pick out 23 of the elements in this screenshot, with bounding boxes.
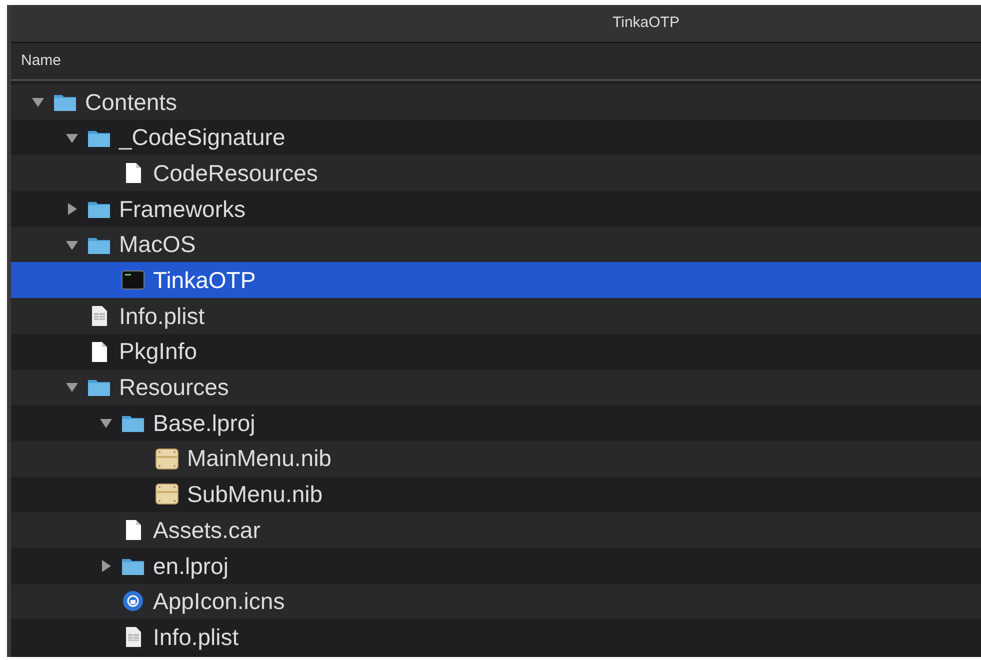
tree-row[interactable]: Assets.car — [11, 512, 981, 548]
disclosure-icon[interactable] — [99, 558, 113, 573]
tree-row[interactable]: TinkaOTP — [11, 262, 981, 298]
folder-icon — [87, 377, 111, 398]
folder-icon — [121, 413, 145, 434]
tree-row[interactable]: Resources — [11, 370, 981, 406]
disclosure-icon[interactable] — [65, 380, 79, 394]
tree-row[interactable]: CodeResources — [11, 155, 981, 192]
app-icon — [121, 590, 145, 612]
tree-row[interactable]: SubMenu.nib — [11, 476, 981, 512]
nib-icon — [155, 483, 179, 506]
nib-icon — [155, 448, 179, 470]
tree-row[interactable]: MainMenu.nib — [11, 440, 981, 477]
tree-row[interactable]: Info.plist — [11, 298, 981, 334]
column-header[interactable]: Name — [21, 50, 62, 72]
disclosure-icon[interactable] — [65, 202, 79, 216]
tree-row[interactable]: _CodeSignature — [11, 120, 981, 156]
window-title: TinkaOTP — [612, 13, 680, 34]
disclosure-icon[interactable] — [99, 416, 113, 430]
tree-row[interactable]: MacOS — [11, 226, 981, 262]
terminal-icon — [121, 269, 145, 292]
tree-row[interactable]: Contents — [11, 84, 981, 120]
tree-row[interactable]: AppIcon.icns — [11, 584, 981, 620]
